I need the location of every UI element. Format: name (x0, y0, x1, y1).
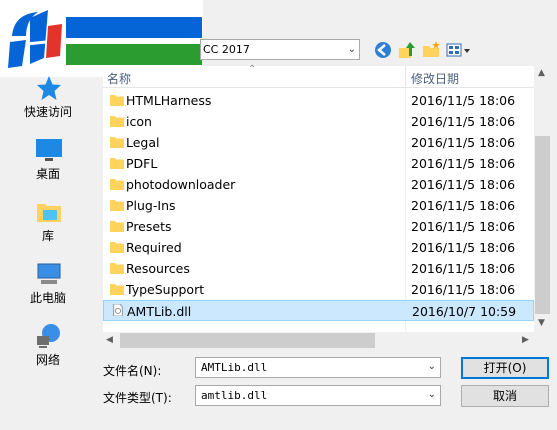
sort-ascending-icon: ⌃ (248, 64, 257, 75)
star-icon (37, 76, 61, 100)
sidebar-item-label: 此电脑 (29, 291, 66, 305)
sidebar-item-label: 快速访问 (23, 105, 72, 119)
file-name: AMTLib.dll (127, 304, 192, 319)
list-item[interactable]: TypeSupport 2016/11/5 18:06 (103, 279, 534, 300)
column-header-name[interactable]: 名称 (107, 70, 131, 87)
cancel-button[interactable]: 取消 (461, 385, 549, 407)
file-name: HTMLHarness (126, 93, 212, 108)
sidebar-item-label: 网络 (35, 353, 60, 367)
logo-blue-bar (66, 17, 202, 38)
file-date: 2016/11/5 18:06 (411, 261, 516, 276)
list-item-selected[interactable]: AMTLib.dll 2016/10/7 10:59 (103, 300, 534, 321)
chevron-down-icon: ⌄ (427, 389, 436, 400)
sidebar-item-network[interactable]: 网络 (8, 318, 88, 376)
sidebar-item-label: 桌面 (35, 167, 60, 181)
list-item[interactable]: Required 2016/11/5 18:06 (103, 237, 534, 258)
look-in-value: CC 2017 (203, 43, 250, 56)
desktop-icon (36, 139, 62, 161)
folder-icon (110, 95, 124, 106)
folder-icon (110, 221, 124, 232)
file-date: 2016/11/5 18:06 (411, 135, 516, 150)
logo-green-bar (66, 44, 202, 65)
up-folder-icon[interactable] (397, 40, 417, 60)
scroll-left-icon[interactable]: ◀ (106, 335, 113, 345)
folder-icon (110, 179, 124, 190)
sidebar-item-quick-access[interactable]: 快速访问 (8, 70, 88, 128)
list-item[interactable]: PDFL 2016/11/5 18:06 (103, 153, 534, 174)
column-header-date[interactable]: 修改日期 (411, 70, 459, 87)
view-menu-icon[interactable] (445, 40, 473, 60)
file-name: photodownloader (126, 177, 236, 192)
file-date: 2016/11/5 18:06 (411, 93, 516, 108)
network-icon (37, 324, 60, 348)
scroll-right-icon[interactable]: ▶ (522, 335, 529, 345)
file-name: PDFL (126, 156, 158, 171)
list-header: ⌃ 名称 修改日期 (103, 64, 534, 88)
new-folder-icon[interactable] (421, 40, 441, 60)
open-button[interactable]: 打开(O) (461, 357, 549, 379)
folder-icon (110, 284, 124, 295)
logo-mark-icon (8, 10, 62, 68)
sidebar-item-library[interactable]: 库 (8, 194, 88, 252)
filetype-dropdown[interactable]: amtlib.dll ⌄ (195, 385, 441, 406)
chevron-down-icon[interactable]: ⌄ (428, 361, 436, 372)
file-date: 2016/11/5 18:06 (411, 282, 516, 297)
folder-icon (110, 137, 124, 148)
folder-icon (110, 263, 124, 274)
header-separator (405, 66, 406, 88)
file-name: TypeSupport (126, 282, 205, 297)
filename-field[interactable]: AMTLib.dll ⌄ (195, 357, 441, 378)
list-item[interactable]: Resources 2016/11/5 18:06 (103, 258, 534, 279)
file-date: 2016/11/5 18:06 (411, 198, 516, 213)
file-date: 2016/11/5 18:06 (411, 114, 516, 129)
folder-icon (110, 242, 124, 253)
list-item[interactable]: Plug-Ins 2016/11/5 18:06 (103, 195, 534, 216)
file-name: Legal (126, 135, 160, 150)
list-item[interactable]: HTMLHarness 2016/11/5 18:06 (103, 90, 534, 111)
folder-icon (110, 158, 124, 169)
list-item[interactable]: photodownloader 2016/11/5 18:06 (103, 174, 534, 195)
sidebar-item-label: 库 (41, 229, 54, 243)
filename-value: AMTLib.dll (201, 361, 268, 374)
file-date: 2016/11/5 18:06 (411, 219, 516, 234)
library-icon (37, 204, 61, 222)
sidebar-item-desktop[interactable]: 桌面 (8, 132, 88, 190)
folder-icon (110, 200, 124, 211)
dll-file-icon (113, 304, 123, 316)
list-item[interactable]: icon 2016/11/5 18:06 (103, 111, 534, 132)
file-name: icon (126, 114, 152, 129)
filetype-value: amtlib.dll (201, 389, 268, 402)
file-date: 2016/11/5 18:06 (411, 156, 516, 171)
file-name: Presets (126, 219, 172, 234)
file-name: Plug-Ins (126, 198, 176, 213)
filetype-label: 文件类型(T): (103, 391, 172, 405)
filename-label: 文件名(N): (103, 364, 162, 378)
file-date: 2016/11/5 18:06 (411, 177, 516, 192)
horizontal-scroll-thumb[interactable] (120, 333, 375, 348)
file-date: 2016/11/5 18:06 (411, 240, 516, 255)
file-date: 2016/10/7 10:59 (412, 304, 517, 319)
list-item[interactable]: Presets 2016/11/5 18:06 (103, 216, 534, 237)
list-item[interactable]: Legal 2016/11/5 18:06 (103, 132, 534, 153)
folder-icon (110, 116, 124, 127)
back-arrow-icon[interactable] (373, 40, 393, 60)
chevron-down-icon: ⌄ (347, 44, 356, 55)
sidebar-item-this-pc[interactable]: 此电脑 (8, 256, 88, 314)
computer-icon (37, 263, 61, 284)
scroll-down-icon[interactable]: ▼ (538, 318, 545, 328)
file-name: Required (126, 240, 182, 255)
file-name: Resources (126, 261, 190, 276)
scroll-up-icon[interactable]: ▲ (538, 68, 545, 78)
vertical-scroll-thumb[interactable] (535, 136, 550, 314)
look-in-dropdown[interactable]: CC 2017 ⌄ (200, 39, 360, 60)
